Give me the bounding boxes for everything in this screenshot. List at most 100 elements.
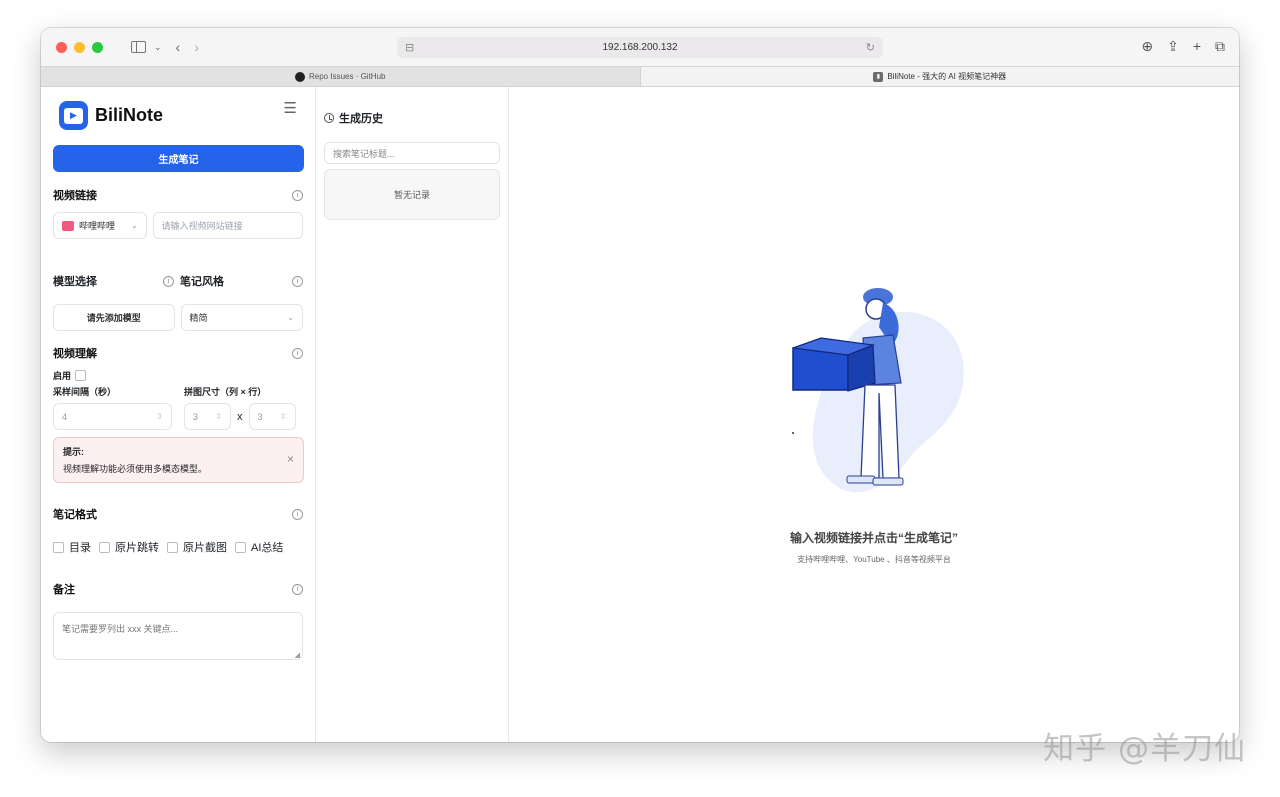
info-icon[interactable]: i [292, 189, 303, 201]
generate-note-button[interactable]: 生成笔记 [53, 145, 304, 172]
remarks-label: 备注 [53, 584, 75, 596]
back-icon[interactable]: ‹ [176, 40, 181, 54]
history-title: 生成历史 [339, 113, 383, 125]
add-model-button[interactable]: 请先添加模型 [53, 304, 175, 331]
enable-checkbox[interactable] [75, 370, 87, 381]
option-label: 原片跳转 [115, 542, 159, 554]
empty-state-illustration [792, 288, 964, 493]
grid-cols-value: 3 [193, 411, 199, 422]
note-format-label: 笔记格式 [53, 509, 97, 521]
alert-title: 提示: [63, 447, 84, 457]
model-style-row: 请先添加模型 精简 ⌄ [53, 304, 303, 331]
close-icon[interactable]: × [287, 452, 294, 466]
alert-text: 视频理解功能必须使用多模态模型。 [63, 464, 208, 474]
note-form-panel: ▶ BiliNote ☰ 生成笔记 视频链接 i 哔哩哔哩 ⌄ 请输入视频网站链… [41, 87, 316, 742]
watermark: 知乎 @羊刀仙 [1043, 731, 1246, 767]
video-understanding-label: 视频理解 [53, 348, 97, 360]
page-content: ▶ BiliNote ☰ 生成笔记 视频链接 i 哔哩哔哩 ⌄ 请输入视频网站链… [41, 87, 1239, 742]
window-controls [56, 41, 103, 53]
grid-cols-input[interactable]: 3 ⇕ [184, 403, 231, 430]
toolbar-right: ⊕ ⇪ + ⧉ [1141, 38, 1225, 55]
clock-icon [324, 113, 334, 123]
share-icon[interactable]: ⇪ [1167, 38, 1179, 55]
grid-rows-input[interactable]: 3 ⇕ [248, 403, 296, 430]
note-format-options: 目录 原片跳转 原片截图 AI总结 [53, 539, 303, 555]
zoom-window-button[interactable] [92, 41, 103, 53]
tab-bilinote[interactable]: ▮ BiliNote - 强大的 AI 视频笔记神器 [639, 67, 1239, 86]
reload-icon[interactable]: ↻ [866, 41, 875, 54]
address-text: 192.168.200.132 [602, 42, 678, 53]
sidebar-toggle-icon[interactable] [131, 41, 146, 53]
chevron-down-icon: ⌄ [287, 313, 294, 322]
empty-state-title: 输入视频链接并点击“生成笔记” [789, 531, 958, 545]
chevron-down-icon: ⌄ [130, 221, 138, 230]
ai-summary-checkbox[interactable] [235, 541, 246, 553]
option-label: 原片截图 [183, 542, 227, 554]
grid-label: 拼图尺寸（列 × 行） [184, 387, 267, 397]
history-panel: 生成历史 搜索笔记标题... 暂无记录 [316, 87, 509, 742]
bilinote-logo-icon: ▶ [59, 101, 88, 130]
stepper-icon[interactable]: ⇕ [215, 412, 222, 421]
remarks-placeholder: 笔记需要罗列出 xxx 关键点... [62, 624, 179, 634]
brand: ▶ BiliNote [53, 93, 303, 138]
option-label: AI总结 [251, 542, 284, 554]
interval-label: 采样间隔（秒） [53, 387, 117, 397]
screenshot-checkbox[interactable] [167, 541, 178, 553]
brand-name: BiliNote [95, 105, 164, 125]
tab-title: BiliNote - 强大的 AI 视频笔记神器 [887, 72, 1007, 81]
video-link-header: 视频链接 i [53, 187, 303, 203]
info-icon[interactable]: i [163, 275, 174, 287]
tab-overview-icon[interactable]: ⧉ [1215, 38, 1225, 55]
note-style-select[interactable]: 精简 ⌄ [180, 304, 303, 331]
tab-bar: Repo Issues · GitHub ▮ BiliNote - 强大的 AI… [41, 66, 1239, 87]
remarks-header: 备注 i [53, 581, 303, 597]
empty-state-subtitle: 支持哔哩哔哩、YouTube 、抖音等视频平台 [797, 555, 951, 564]
browser-toolbar: ⌄ ‹ › ⊟ 192.168.200.132 ↻ ⊕ ⇪ + ⧉ [41, 28, 1239, 66]
stepper-icon[interactable]: ⇕ [280, 412, 287, 421]
close-window-button[interactable] [56, 41, 67, 53]
info-icon[interactable]: i [292, 508, 303, 520]
tab-title: Repo Issues · GitHub [309, 72, 386, 81]
toc-checkbox[interactable] [53, 541, 64, 553]
github-icon [295, 71, 305, 82]
download-icon[interactable]: ⊕ [1141, 38, 1153, 55]
history-empty-text: 暂无记录 [393, 190, 430, 200]
model-label: 模型选择 [53, 276, 97, 288]
page-settings-icon[interactable]: ⊟ [405, 41, 414, 54]
platform-select[interactable]: 哔哩哔哩 ⌄ [53, 212, 147, 239]
video-url-input[interactable]: 请输入视频网站链接 [152, 212, 303, 239]
info-icon[interactable]: i [292, 583, 303, 595]
chevron-down-icon[interactable]: ⌄ [154, 42, 162, 52]
history-search-placeholder: 搜索笔记标题... [333, 148, 395, 159]
info-icon[interactable]: i [292, 275, 303, 287]
new-tab-icon[interactable]: + [1193, 38, 1201, 55]
info-icon[interactable]: i [292, 347, 303, 359]
sampling-labels: 采样间隔（秒） 拼图尺寸（列 × 行） [53, 385, 303, 398]
forward-icon[interactable]: › [194, 40, 199, 54]
video-url-placeholder: 请输入视频网站链接 [161, 221, 243, 231]
interval-input[interactable]: 4 ⇕ [53, 403, 172, 430]
resize-handle-icon[interactable]: ◢ [295, 651, 300, 659]
minimize-window-button[interactable] [74, 41, 85, 53]
grid-rows-value: 3 [257, 411, 263, 422]
option-label: 目录 [69, 542, 91, 554]
note-preview-panel: 输入视频链接并点击“生成笔记” 支持哔哩哔哩、YouTube 、抖音等视频平台 [509, 87, 1239, 742]
stepper-icon[interactable]: ⇕ [156, 412, 163, 421]
browser-window: ⌄ ‹ › ⊟ 192.168.200.132 ↻ ⊕ ⇪ + ⧉ Repo I… [41, 28, 1239, 742]
enable-row: 启用 [53, 369, 303, 382]
settings-sliders-icon[interactable]: ☰ [284, 99, 297, 117]
grid-x-label: x [237, 410, 243, 423]
platform-value: 哔哩哔哩 [79, 221, 116, 231]
multimodal-alert: 提示: 视频理解功能必须使用多模态模型。 × [53, 437, 304, 483]
tab-github[interactable]: Repo Issues · GitHub [41, 67, 640, 86]
history-search-input[interactable]: 搜索笔记标题... [324, 142, 500, 164]
jump-checkbox[interactable] [99, 541, 110, 553]
video-understanding-header: 视频理解 i [53, 345, 303, 361]
bilinote-favicon-icon: ▮ [873, 71, 884, 82]
interval-value: 4 [62, 411, 68, 422]
enable-label: 启用 [53, 371, 72, 381]
remarks-textarea[interactable]: 笔记需要罗列出 xxx 关键点... ◢ [53, 612, 303, 660]
history-header: 生成历史 [324, 103, 500, 133]
address-bar[interactable]: ⊟ 192.168.200.132 ↻ [397, 37, 883, 58]
model-style-header: 模型选择 i 笔记风格 i [53, 273, 303, 289]
